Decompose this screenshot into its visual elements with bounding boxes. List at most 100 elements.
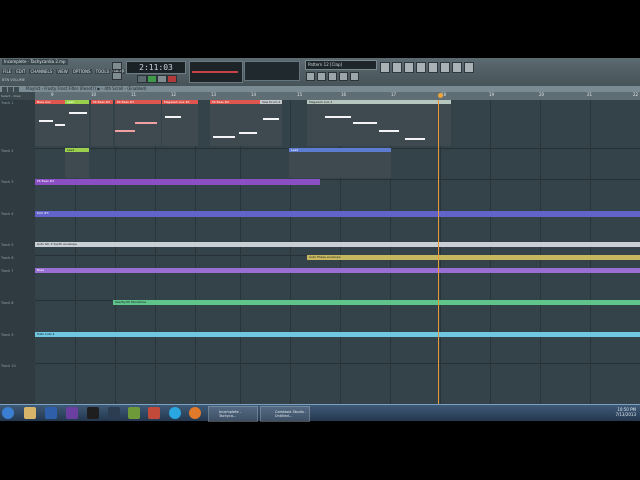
bar-number: 20 [539,92,545,97]
pattern-clip[interactable]: Pb Bass #4 [35,179,320,185]
browser-icon[interactable] [339,72,348,81]
taskbar-window-label: Camtasia Studio - Untitled... [275,410,307,418]
clock-date: 7/13/2013 [615,412,636,417]
pattern-clip[interactable]: Lead [289,148,391,178]
bar-line [490,100,491,420]
playhead-marker[interactable] [438,93,443,98]
automation-clip[interactable]: Auto Phase envelope [307,255,640,260]
plugin-picker-icon[interactable] [440,62,450,73]
app-icon[interactable] [128,407,140,419]
playlist-icon[interactable] [306,72,315,81]
pattern-clip[interactable]: Bass [35,268,640,273]
track-label[interactable]: Track 2 [1,149,14,153]
after-effects-icon[interactable] [66,407,78,419]
cpu-meter-panel [244,61,300,81]
piano-roll-icon[interactable] [328,72,337,81]
bar-number: 14 [251,92,257,97]
pencil-tool-icon[interactable] [2,86,7,92]
menu-view[interactable]: VIEW [56,69,69,74]
window-title: Incomplete - Tachycardia 2.mp [2,59,68,65]
track-label[interactable]: Track 5 [1,243,14,247]
menu-options[interactable]: OPTIONS [71,69,92,74]
record-button[interactable] [167,75,177,83]
play-button[interactable] [147,75,157,83]
note [165,116,181,118]
bar-line [590,100,591,420]
mixer-icon[interactable] [350,72,359,81]
track-label[interactable]: Track 10 [1,364,16,368]
help-icon[interactable] [464,62,474,73]
firefox-icon[interactable] [189,407,201,419]
main-toolbar: Incomplete - Tachycardia 2.mp FILE EDIT … [0,58,640,87]
bar-number: 13 [211,92,217,97]
pattern-clip[interactable]: Pb Bass #2 [210,100,260,146]
photoshop-icon[interactable] [45,407,57,419]
channel-rack-icon[interactable] [392,62,402,73]
menu-file[interactable]: FILE [2,69,13,74]
master-volume-knob[interactable] [112,62,122,70]
bar-number: 22 [633,92,639,97]
brush-tool-icon[interactable] [8,86,13,92]
playlist-window: Playlist - Frosty Frost Filter (Reset?) … [0,86,640,420]
pattern-clip[interactable]: Saw Drum 2 [260,100,282,146]
pattern-clip[interactable]: Hats Cuts 4 [35,332,640,337]
explorer-icon[interactable] [24,407,36,419]
settings-icon[interactable] [452,62,462,73]
note [405,138,425,140]
automation-clip[interactable]: Auto Gtr 2 Synth envelope [35,242,640,247]
pattern-clip[interactable]: Lead [65,148,89,178]
bar-number: 12 [171,92,177,97]
playlist-grid[interactable]: Bass Aux Lead Pb Bass #2 Pb Bass #3 Mega… [35,100,640,420]
delete-tool-icon[interactable] [14,86,19,92]
pattern-song-toggle[interactable] [137,75,147,83]
track-label[interactable]: Track 9 [1,333,14,337]
pattern-clip[interactable]: Megaaah Aux 2 [307,100,451,146]
bar-line [440,100,441,420]
track-label[interactable]: Track 3 [1,180,14,184]
app-icon[interactable] [87,407,99,419]
windows-taskbar: Incomplete - Tachyca... Camtasia Studio … [0,404,640,422]
track-label[interactable]: Track 7 [1,269,14,273]
mixer-view-icon[interactable] [416,62,426,73]
skype-icon[interactable] [169,407,181,419]
song-position-display: 2:11:03 [126,61,186,74]
steam-icon[interactable] [108,407,120,419]
pattern-selector[interactable]: Pattern 12 [Clap] [305,60,377,70]
playlist-view-icon[interactable] [380,62,390,73]
taskbar-window-camtasia[interactable]: Camtasia Studio - Untitled... [260,406,310,422]
step-sequencer-icon[interactable] [317,72,326,81]
pattern-clip[interactable]: Megaaah Aux #1 [162,100,198,146]
pattern-clip[interactable]: Bass Aux [35,100,65,146]
pattern-clip[interactable]: Kick #3 [35,211,640,217]
bar-line [115,100,116,420]
track-label[interactable]: Track 4 [1,212,14,216]
menu-tools[interactable]: TOOLS [94,69,111,74]
master-pitch-knob[interactable] [112,72,122,80]
menu-edit[interactable]: EDIT [15,69,27,74]
system-clock[interactable]: 10:50 PM 7/13/2013 [615,407,636,417]
pattern-clip[interactable]: Lead [65,100,89,146]
taskbar-window-label: Incomplete - Tachyca... [219,410,241,418]
app-icon[interactable] [148,407,160,419]
pattern-clip[interactable]: Pb Bass #2 [91,100,113,146]
bar-line [195,100,196,420]
start-button[interactable] [2,407,14,419]
menu-channels[interactable]: CHANNELS [29,69,54,74]
note [263,118,279,120]
track-label[interactable]: Track 6 [1,256,14,260]
note [379,130,399,132]
bar-number: 19 [489,92,495,97]
stop-button[interactable] [157,75,167,83]
pattern-clip[interactable]: Sax/Synth Monotone [113,300,640,305]
note [135,122,157,124]
snap-label: Select - draw [1,94,21,98]
hint-bar: BTN VOLUME [2,78,25,82]
taskbar-window-fl-studio[interactable]: Incomplete - Tachyca... [208,406,258,422]
bar-number: 17 [391,92,397,97]
track-label[interactable]: Track 1 [1,101,14,105]
piano-roll-view-icon[interactable] [404,62,414,73]
browser-view-icon[interactable] [428,62,438,73]
playhead [438,100,439,420]
bar-number: 10 [91,92,97,97]
track-label[interactable]: Track 8 [1,301,14,305]
